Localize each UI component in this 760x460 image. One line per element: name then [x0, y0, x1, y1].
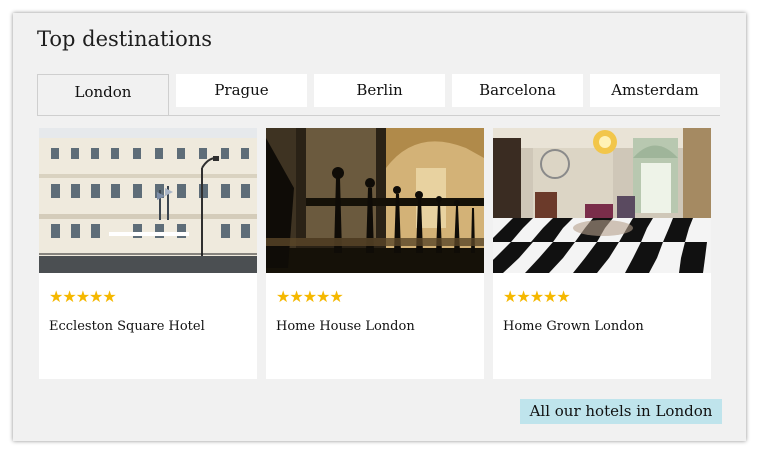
top-destinations-widget: Top destinations London Prague Berlin Ba… — [13, 13, 746, 441]
tab-barcelona[interactable]: Barcelona — [452, 74, 583, 107]
tab-berlin[interactable]: Berlin — [314, 74, 445, 107]
tab-prague[interactable]: Prague — [176, 74, 307, 107]
tab-divider — [37, 115, 720, 116]
tab-london[interactable]: London — [37, 74, 169, 116]
hotel-card-home-house[interactable]: ★★★★★ Home House London — [266, 128, 484, 379]
hotel-name[interactable]: Eccleston Square Hotel — [49, 319, 205, 334]
star-rating: ★★★★★ — [503, 287, 571, 306]
hotel-name[interactable]: Home House London — [276, 319, 415, 334]
widget-title: Top destinations — [37, 27, 213, 51]
star-rating: ★★★★★ — [276, 287, 344, 306]
hotel-photo-home-house — [266, 128, 484, 273]
hotel-card-eccleston[interactable]: ★★★★★ Eccleston Square Hotel — [39, 128, 257, 379]
star-icon: ★★★★★ — [49, 287, 117, 306]
hotel-card-home-grown[interactable]: ★★★★★ Home Grown London — [493, 128, 711, 379]
star-icon: ★★★★★ — [276, 287, 344, 306]
hotel-photo-eccleston — [39, 128, 257, 273]
star-icon: ★★★★★ — [503, 287, 571, 306]
star-rating: ★★★★★ — [49, 287, 117, 306]
hotel-name[interactable]: Home Grown London — [503, 319, 644, 334]
hotel-photo-home-grown — [493, 128, 711, 273]
all-hotels-link[interactable]: All our hotels in London — [520, 399, 722, 424]
tab-amsterdam[interactable]: Amsterdam — [590, 74, 720, 107]
